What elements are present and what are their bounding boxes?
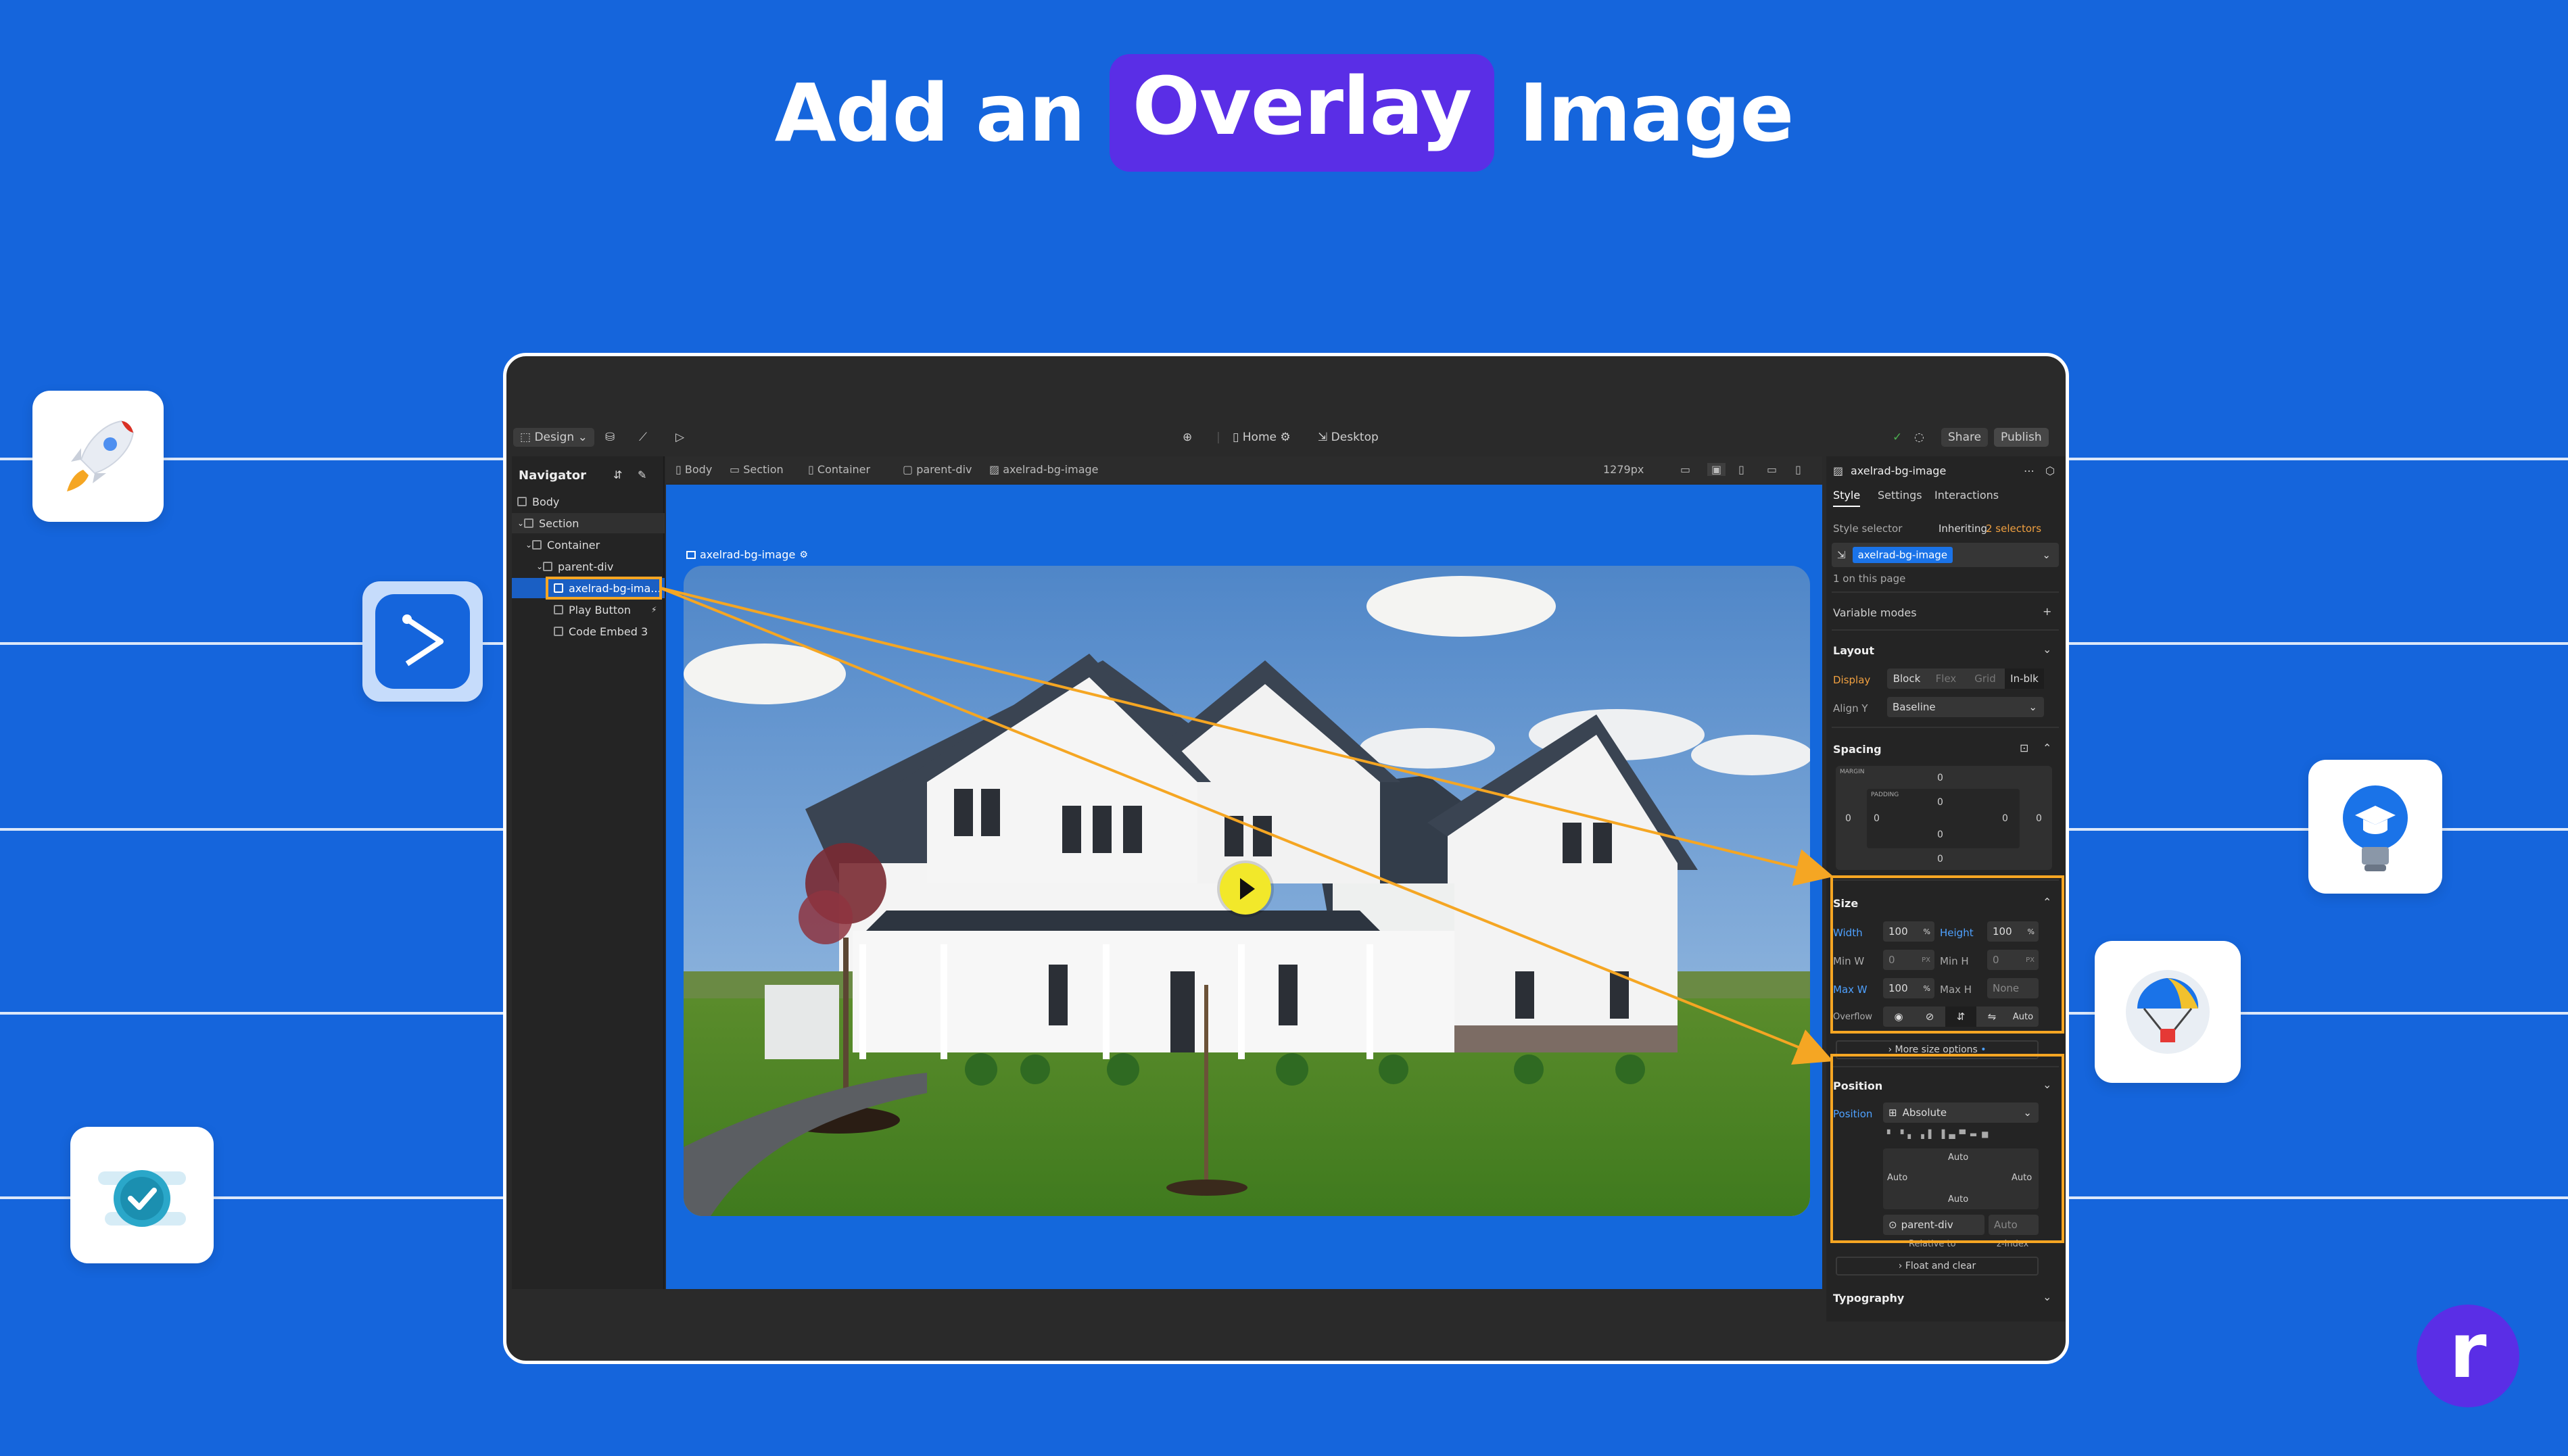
rocket-icon (32, 391, 164, 522)
play-logo-icon (362, 581, 483, 702)
lightbulb-graduation-icon (2308, 760, 2442, 894)
check-icon (70, 1127, 214, 1263)
headline-highlight: Overlay (1109, 54, 1495, 172)
brand-logo: r (2417, 1305, 2519, 1407)
parachute-icon (2095, 941, 2241, 1083)
decor-line (0, 828, 503, 831)
decor-line (0, 1012, 503, 1015)
headline: Add an Overlay Image (0, 54, 2568, 172)
decor-line (2069, 458, 2568, 460)
brand-letter: r (2449, 1307, 2487, 1395)
headline-pre: Add an (774, 66, 1086, 160)
decor-line (2069, 1196, 2568, 1199)
editor-window: ⬚ Design ⌄ ⛁ ⟋ ▷ ⊕ | ▯ Home ⚙ ⇲ Desktop … (503, 353, 2069, 1364)
decor-line (2069, 642, 2568, 645)
annotation-arrows (660, 587, 1834, 1065)
headline-post: Image (1519, 66, 1794, 160)
